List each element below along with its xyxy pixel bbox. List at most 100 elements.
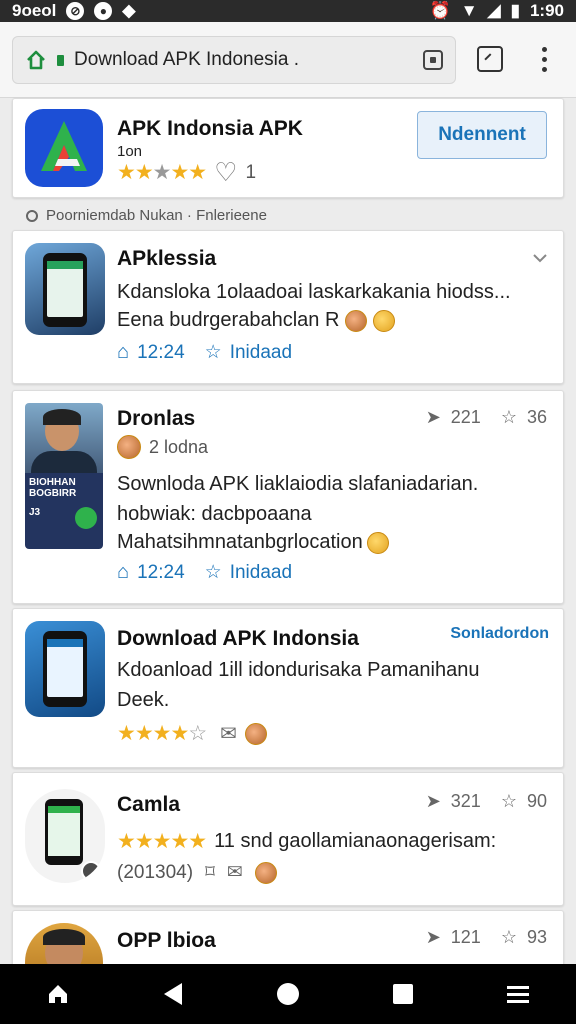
star-count: 93 (526, 927, 547, 947)
home-outline-icon[interactable]: ⌂ (117, 341, 129, 364)
item-title: Download APK Indonsia (117, 627, 359, 650)
list-item[interactable]: APklessia Kdansloka 1olaadoai laskarkaka… (12, 230, 564, 384)
nav-circle-icon[interactable] (268, 974, 308, 1014)
likes-count: 1 (245, 161, 257, 183)
share-count: 221 (450, 407, 481, 427)
avatar-icon (345, 309, 368, 332)
alarm-icon: ⏰ (429, 1, 451, 20)
share-count: 121 (450, 927, 481, 947)
star-outline-icon[interactable]: ☆ (205, 341, 222, 364)
emoji-icon (373, 309, 396, 332)
status-bar: 9oeol ⊘ ● ◆ ⏰ ▼ ◢ ▮ 1:90 (0, 0, 576, 22)
home-outline-icon[interactable]: ⌂ (117, 561, 129, 584)
share-icon[interactable] (477, 46, 503, 72)
home-icon[interactable] (25, 49, 47, 71)
item-stats: ➤ 221 ☆ 36 (426, 407, 547, 428)
heart-icon[interactable]: ♡ (214, 157, 237, 188)
nav-home-icon[interactable] (38, 974, 78, 1014)
rating-stars: ★★★★★ (117, 161, 207, 184)
clock: 1:90 (529, 1, 564, 20)
item-line-2: Deek. (117, 689, 170, 711)
comment-icon[interactable]: ✉ (220, 721, 237, 746)
item-action[interactable]: Sonladordon (450, 625, 549, 643)
address-bar[interactable]: Download APK Indonesia . (12, 36, 456, 84)
app-thumbnail (25, 621, 105, 717)
item-line-3: Mahatsihmnatanbgrlocation (117, 531, 389, 554)
share-outline-icon[interactable]: ➤ (426, 927, 441, 948)
item-stats: ➤ 321 ☆ 90 (426, 791, 547, 812)
item-date: (201304) (117, 861, 194, 883)
wifi-icon: ▼ (460, 1, 478, 20)
featured-app-card[interactable]: APK Indonsia APK 1on ★★★★★ ♡ 1 Ndennent (12, 98, 564, 198)
item-link[interactable]: Inidaad (230, 562, 292, 584)
carrier-label: 9oeol (12, 1, 57, 20)
rating-stars: ★★★★★ (117, 830, 207, 853)
star-count: 90 (526, 791, 547, 811)
item-line-3-text: Mahatsihmnatanbgrlocation (117, 531, 363, 553)
system-nav-bar (0, 964, 576, 1024)
battery-icon: ▮ (510, 1, 520, 20)
browser-toolbar: Download APK Indonesia . (0, 22, 576, 98)
rating-text: 11 snd gaollamianaonagerisam: (214, 830, 497, 852)
item-date-row: (201304) ⌑ ✉ (117, 861, 277, 884)
comment-icon[interactable]: ✉ (227, 861, 243, 884)
url-text[interactable]: Download APK Indonesia . (74, 49, 423, 71)
list-item[interactable]: Camla ➤ 321 ☆ 90 ★★★★★ 11 snd gaollamian… (12, 772, 564, 906)
avatar (117, 435, 141, 459)
star-count: 36 (526, 407, 547, 427)
lock-icon (57, 54, 64, 66)
item-line-2: hobwiak: dacbpoaana (117, 503, 312, 525)
star-outline-icon[interactable]: ☆ (205, 561, 222, 584)
whatsapp-icon (75, 507, 97, 529)
list-item[interactable]: Download APK Indonsia Sonladordon Kdoanl… (12, 608, 564, 768)
app-logo (25, 109, 103, 187)
source-line: Poorniemdab Nukan · Fnlerieene (26, 207, 267, 224)
avatar-icon (244, 722, 267, 745)
rating-stars: ★★★★☆ (117, 722, 207, 745)
item-title: APklessia (117, 247, 217, 270)
apk-logo-icon (41, 121, 87, 171)
item-line-1: Sownloda APK liaklaiodia slafaniadarian. (117, 473, 479, 495)
featured-rating-row: ★★★★★ ♡ 1 (117, 157, 256, 188)
item-title: Dronlas (117, 407, 196, 430)
item-time: 12:24 (137, 561, 185, 583)
item-line-1: Kdansloka 1olaadoai laskarkakania hiodss… (117, 281, 511, 303)
chevron-down-icon[interactable] (531, 249, 549, 267)
item-stats: ➤ 121 ☆ 93 (426, 927, 547, 948)
avatar-icon (254, 861, 277, 884)
item-meta: ⌂ 12:24 ☆ Inidaad (117, 341, 292, 364)
circle-icon (26, 209, 38, 222)
star-outline-icon[interactable]: ☆ (501, 407, 517, 428)
more-vert-icon[interactable] (536, 46, 552, 72)
featured-title: APK Indonsia APK (117, 117, 303, 140)
thumb-text-mid: BOGBIRR (29, 488, 77, 499)
signal-icon: ◢ (487, 1, 501, 20)
item-line-2-text: Eena budrgerabahclan R (117, 309, 340, 331)
list-item[interactable]: BIOHHAN BOGBIRR J3 Dronlas ➤ 221 ☆ 36 2 … (12, 390, 564, 604)
nav-recents-icon[interactable] (383, 974, 423, 1014)
app-thumbnail: BIOHHAN BOGBIRR J3 (25, 403, 103, 549)
item-link[interactable]: Inidaad (230, 342, 292, 364)
item-line-1: Kdoanload 1ill idondurisaka Pamanihanu (117, 659, 480, 681)
nav-back-icon[interactable] (153, 974, 193, 1014)
share-outline-icon[interactable]: ➤ (426, 791, 441, 812)
tab-count-icon[interactable] (423, 50, 443, 70)
emoji-icon (366, 531, 389, 554)
star-outline-icon[interactable]: ☆ (501, 791, 517, 812)
thumb-text-top: BIOHHAN (29, 477, 76, 488)
author-row: 2 lodna (117, 435, 208, 459)
star-outline-icon[interactable]: ☆ (501, 927, 517, 948)
item-title: Camla (117, 793, 181, 816)
share-outline-icon[interactable]: ➤ (426, 407, 441, 428)
nav-menu-icon[interactable] (498, 974, 538, 1014)
item-line-2: Eena budrgerabahclan R (117, 309, 396, 332)
install-button[interactable]: Ndennent (417, 111, 547, 159)
circle-dot-icon: ● (94, 2, 113, 20)
app-thumbnail (25, 789, 105, 883)
item-rating-row: ★★★★☆ ✉ (117, 721, 267, 746)
bookmark-icon[interactable]: ⌑ (205, 861, 215, 884)
circle-slash-icon: ⊘ (66, 2, 85, 20)
diamond-icon: ◆ (122, 1, 136, 20)
app-thumbnail (25, 243, 105, 335)
item-title: OPP lbioa (117, 929, 216, 952)
